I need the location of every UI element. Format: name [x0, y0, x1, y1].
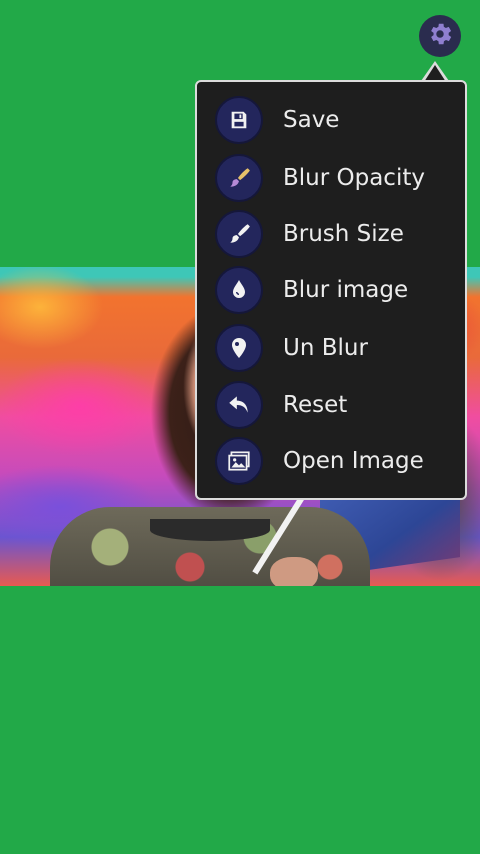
menu-item-label: Un Blur — [283, 335, 368, 361]
menu-item-label: Blur image — [283, 277, 409, 303]
app-screen: Save Blur Opacity Brush Size Blur image … — [0, 0, 480, 854]
menu-item-brush-size[interactable]: Brush Size — [215, 208, 455, 260]
settings-button[interactable] — [419, 15, 461, 57]
paintbrush-icon — [215, 210, 263, 258]
gear-icon — [426, 20, 454, 52]
menu-item-label: Save — [283, 107, 340, 133]
menu-item-label: Open Image — [283, 448, 424, 474]
photo-collar — [150, 519, 270, 541]
menu-item-save[interactable]: Save — [215, 94, 455, 146]
paintbrush-opacity-icon — [215, 154, 263, 202]
menu-item-label: Reset — [283, 392, 348, 418]
menu-item-blur-image[interactable]: Blur image — [215, 264, 455, 316]
gallery-icon — [215, 437, 263, 485]
menu-item-label: Brush Size — [283, 221, 404, 247]
menu-item-un-blur[interactable]: Un Blur — [215, 322, 455, 374]
menu-item-open-image[interactable]: Open Image — [215, 435, 455, 487]
menu-item-blur-opacity[interactable]: Blur Opacity — [215, 152, 455, 204]
menu-item-label: Blur Opacity — [283, 165, 425, 191]
map-pin-icon — [215, 324, 263, 372]
save-icon — [215, 96, 263, 144]
undo-arrow-icon — [215, 381, 263, 429]
photo-hand — [270, 557, 318, 586]
options-menu: Save Blur Opacity Brush Size Blur image … — [195, 80, 467, 500]
menu-item-reset[interactable]: Reset — [215, 379, 455, 431]
droplet-icon — [215, 266, 263, 314]
